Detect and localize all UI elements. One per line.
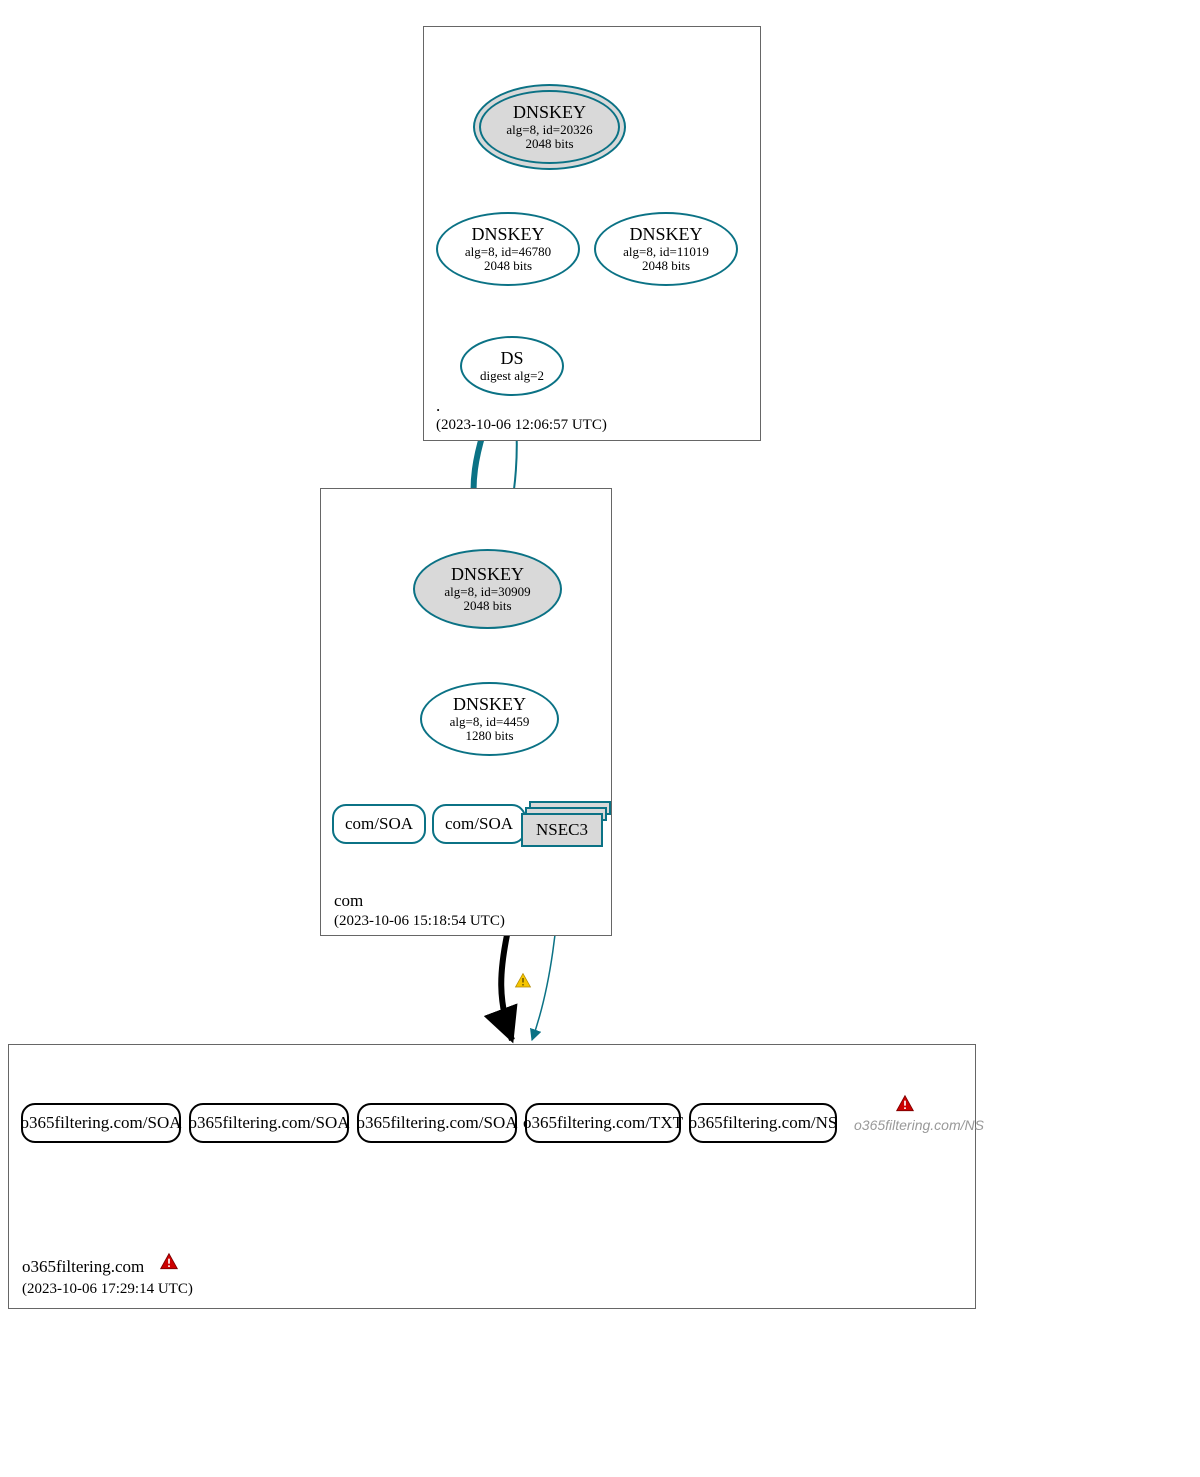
dnskey-bits: 1280 bits: [422, 729, 557, 743]
dnskey-bits: 2048 bits: [415, 599, 560, 613]
dnskey-title: DNSKEY: [438, 225, 578, 245]
dnskey-com-ksk: DNSKEY alg=8, id=30909 2048 bits: [413, 549, 562, 629]
dnskey-bits: 2048 bits: [475, 137, 624, 151]
rr-leaf-ns: o365filtering.com/NS: [689, 1103, 837, 1143]
dnskey-root-ksk: DNSKEY alg=8, id=20326 2048 bits: [473, 84, 626, 170]
rr-com-soa-2: com/SOA: [432, 804, 526, 844]
ds-alg: digest alg=2: [462, 369, 562, 383]
dnskey-alg: alg=8, id=20326: [475, 123, 624, 137]
dnskey-root-zsk-right: DNSKEY alg=8, id=11019 2048 bits: [594, 212, 738, 286]
dnskey-com-zsk: DNSKEY alg=8, id=4459 1280 bits: [420, 682, 559, 756]
dnskey-title: DNSKEY: [422, 695, 557, 715]
dnskey-alg: alg=8, id=30909: [415, 585, 560, 599]
zone-leaf-timestamp: (2023-10-06 17:29:14 UTC): [22, 1281, 193, 1298]
rr-leaf-soa-3: o365filtering.com/SOA: [357, 1103, 517, 1143]
zone-com-timestamp: (2023-10-06 15:18:54 UTC): [334, 913, 505, 930]
dnskey-alg: alg=8, id=11019: [596, 245, 736, 259]
dnskey-title: DNSKEY: [415, 565, 560, 585]
rr-leaf-soa-1: o365filtering.com/SOA: [21, 1103, 181, 1143]
error-icon: [894, 1094, 916, 1114]
zone-root-label: .: [436, 396, 440, 416]
zone-leaf-label: o365filtering.com: [22, 1257, 144, 1277]
dnskey-title: DNSKEY: [596, 225, 736, 245]
rr-leaf-txt: o365filtering.com/TXT: [525, 1103, 681, 1143]
ds-root: DS digest alg=2: [460, 336, 564, 396]
dnskey-root-zsk-left: DNSKEY alg=8, id=46780 2048 bits: [436, 212, 580, 286]
dnskey-alg: alg=8, id=4459: [422, 715, 557, 729]
dnskey-title: DNSKEY: [475, 103, 624, 123]
warning-icon: [513, 972, 533, 990]
zone-root-timestamp: (2023-10-06 12:06:57 UTC): [436, 417, 607, 434]
error-icon: [158, 1252, 180, 1272]
nsec3-node: NSEC3: [521, 813, 603, 847]
dnskey-alg: alg=8, id=46780: [438, 245, 578, 259]
dnskey-bits: 2048 bits: [596, 259, 736, 273]
ds-title: DS: [462, 349, 562, 369]
rr-com-soa-1: com/SOA: [332, 804, 426, 844]
zone-leaf-box: [8, 1044, 976, 1309]
zone-com-label: com: [334, 891, 363, 911]
rr-leaf-ns-faded: o365filtering.com/NS: [854, 1117, 984, 1133]
dnskey-bits: 2048 bits: [438, 259, 578, 273]
rr-leaf-soa-2: o365filtering.com/SOA: [189, 1103, 349, 1143]
